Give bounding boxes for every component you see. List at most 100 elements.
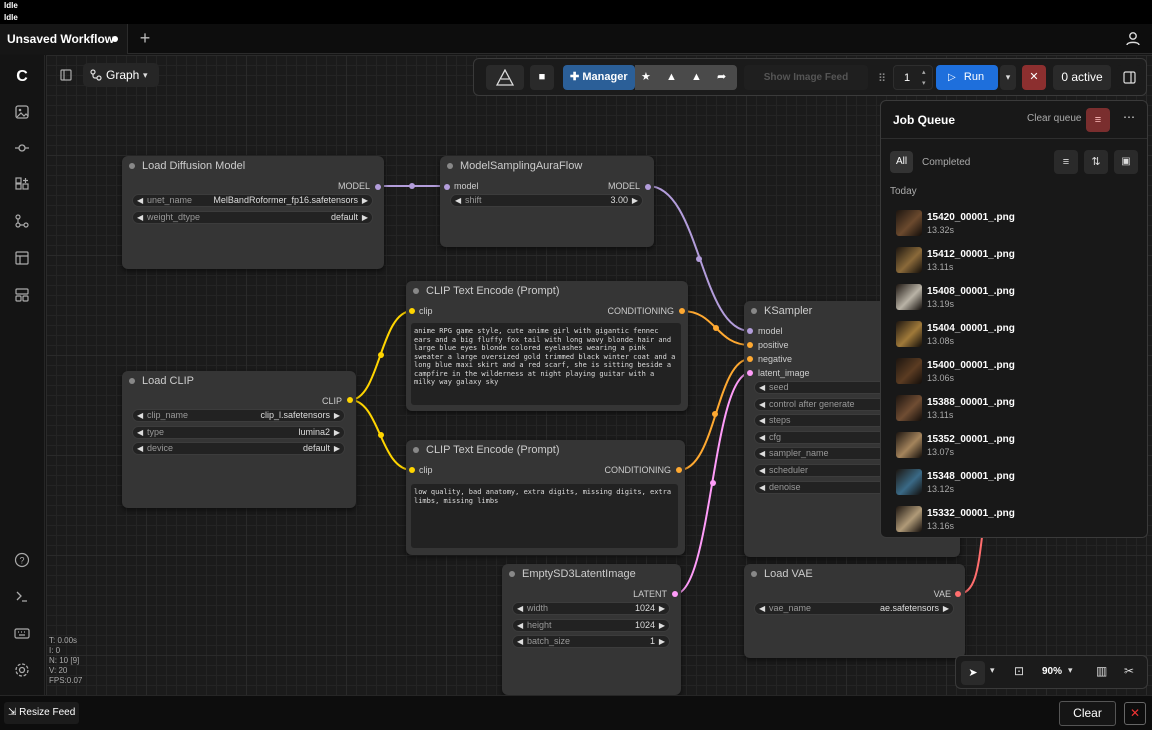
run-button[interactable]: ▷ Run — [936, 65, 998, 90]
widget-weight-dtype[interactable]: ◀ weight_dtype default ▶ — [132, 211, 373, 224]
collapse-dot-icon[interactable] — [413, 288, 419, 294]
arrow-left-icon[interactable]: ◀ — [137, 443, 143, 454]
collapse-dot-icon[interactable] — [447, 163, 453, 169]
node-load-clip[interactable]: Load CLIP CLIP ◀ clip_name clip_l.safetens… — [122, 371, 356, 508]
clear-queue-icon[interactable]: ≡ — [1086, 108, 1110, 132]
arrow-left-icon[interactable]: ◀ — [759, 415, 765, 426]
settings-gear-icon[interactable] — [13, 661, 31, 679]
arrow-left-icon[interactable]: ◀ — [759, 482, 765, 493]
input-latent-slot[interactable] — [747, 370, 753, 376]
arrow-left-icon[interactable]: ◀ — [759, 382, 765, 393]
image-view-icon[interactable]: ▣ — [1114, 150, 1138, 174]
logo-button[interactable] — [486, 65, 524, 90]
output-model-slot[interactable] — [375, 184, 381, 190]
widget-clip-name[interactable]: ◀ clip_name clip_l.safetensors ▶ — [132, 409, 345, 422]
fit-view-icon[interactable]: ⊡ — [1014, 664, 1024, 678]
input-model-slot[interactable] — [444, 184, 450, 190]
model-library-icon[interactable] — [13, 139, 31, 157]
decrement-icon[interactable]: ▾ — [922, 71, 926, 96]
arrow-right-icon[interactable]: ▶ — [943, 603, 949, 614]
terminal-icon[interactable] — [13, 587, 31, 605]
clear-queue-button[interactable]: Clear queue — [1027, 113, 1081, 124]
arrow-left-icon[interactable]: ◀ — [137, 212, 143, 223]
arrow-left-icon[interactable]: ◀ — [137, 410, 143, 421]
arrow-left-icon[interactable]: ◀ — [759, 448, 765, 459]
arrow-right-icon[interactable]: ▶ — [334, 427, 340, 438]
arrow-right-icon[interactable]: ▶ — [659, 620, 665, 631]
collapse-dot-icon[interactable] — [413, 447, 419, 453]
arrow-right-icon[interactable]: ▶ — [362, 195, 368, 206]
output-conditioning-slot[interactable] — [676, 467, 682, 473]
node-load-diffusion-model[interactable]: Load Diffusion Model MODEL ◀ unet_name Mel… — [122, 156, 384, 269]
input-negative-slot[interactable] — [747, 356, 753, 362]
zoom-chevron-down-icon[interactable]: ▾ — [1068, 665, 1073, 676]
queue-item[interactable]: 15388_00001_.png 13.11s — [896, 391, 1136, 425]
arrow-left-icon[interactable]: ◀ — [759, 603, 765, 614]
collapse-dot-icon[interactable] — [129, 163, 135, 169]
sort-icon[interactable]: ⇅ — [1084, 150, 1108, 174]
new-tab-button[interactable]: + — [136, 29, 154, 47]
panel-toggle-button[interactable] — [1117, 65, 1141, 90]
arrow-left-icon[interactable]: ◀ — [759, 399, 765, 410]
arrow-left-icon[interactable]: ◀ — [759, 465, 765, 476]
zoom-level[interactable]: 90% — [1042, 666, 1062, 677]
queue-item[interactable]: 15348_00001_.png 13.12s — [896, 465, 1136, 499]
arrow-left-icon[interactable]: ◀ — [137, 427, 143, 438]
triangle-icon[interactable]: ▲ — [666, 65, 677, 90]
node-clip-text-encode-positive[interactable]: CLIP Text Encode (Prompt) clip CONDITION… — [406, 281, 688, 411]
pointer-tool-icon[interactable]: ➤ — [961, 661, 985, 685]
queue-item[interactable]: 15352_00001_.png 13.07s — [896, 428, 1136, 462]
widget-batch-size[interactable]: ◀ batch_size 1 ▶ — [512, 635, 670, 648]
show-image-feed-button[interactable]: Show Image Feed — [744, 65, 868, 90]
clear-button[interactable]: Clear — [1059, 701, 1116, 726]
share-icon[interactable]: ➦ — [717, 65, 726, 90]
input-positive-slot[interactable] — [747, 342, 753, 348]
queue-item[interactable]: 15404_00001_.png 13.08s — [896, 317, 1136, 351]
widget-unet-name[interactable]: ◀ unet_name MelBandRoformer_fp16.safetenso… — [132, 194, 373, 207]
sidebar-toggle-icon[interactable] — [56, 65, 76, 85]
queue-item[interactable]: 15412_00001_.png 13.11s — [896, 243, 1136, 277]
arrow-left-icon[interactable]: ◀ — [517, 620, 523, 631]
widget-device[interactable]: ◀ device default ▶ — [132, 442, 345, 455]
resize-feed-button[interactable]: ⇲ Resize Feed — [4, 702, 80, 724]
user-icon[interactable] — [1124, 30, 1142, 48]
keyboard-icon[interactable] — [13, 624, 31, 642]
queue-item[interactable]: 15408_00001_.png 13.19s — [896, 280, 1136, 314]
link-visibility-icon[interactable]: ✂ — [1124, 664, 1134, 678]
arrow-right-icon[interactable]: ▶ — [632, 195, 638, 206]
close-feed-button[interactable]: ✕ — [1124, 702, 1146, 725]
layout-icon[interactable] — [13, 286, 31, 304]
cancel-run-button[interactable]: ✕ — [1022, 65, 1046, 90]
tab-unsaved-workflow[interactable]: Unsaved Workflow — [0, 24, 128, 54]
negative-prompt-textarea[interactable]: low quality, bad anatomy, extra digits, … — [411, 484, 678, 548]
node-empty-sd3-latent-image[interactable]: EmptySD3LatentImage LATENT ◀ width 1024 ▶ ◀… — [502, 564, 681, 695]
arrow-right-icon[interactable]: ▶ — [362, 212, 368, 223]
node-load-vae[interactable]: Load VAE VAE ◀ vae_name ae.safetensors ▶ — [744, 564, 965, 658]
arrow-left-icon[interactable]: ◀ — [517, 636, 523, 647]
arrow-left-icon[interactable]: ◀ — [517, 603, 523, 614]
output-clip-slot[interactable] — [347, 397, 353, 403]
templates-icon[interactable] — [13, 249, 31, 267]
widget-height[interactable]: ◀ height 1024 ▶ — [512, 619, 670, 632]
output-latent-slot[interactable] — [672, 591, 678, 597]
widget-vae-name[interactable]: ◀ vae_name ae.safetensors ▶ — [754, 602, 954, 615]
queue-item[interactable]: 15332_00001_.png 13.16s — [896, 502, 1136, 536]
graph-mode-button[interactable]: Graph ▾ — [83, 63, 159, 87]
collapse-dot-icon[interactable] — [129, 378, 135, 384]
widget-shift[interactable]: ◀ shift 3.00 ▶ — [450, 194, 643, 207]
widget-width[interactable]: ◀ width 1024 ▶ — [512, 602, 670, 615]
arrow-left-icon[interactable]: ◀ — [759, 432, 765, 443]
filter-completed-tab[interactable]: Completed — [922, 157, 970, 168]
filter-all-tab[interactable]: All — [890, 151, 913, 173]
help-icon[interactable]: ? — [13, 551, 31, 569]
manager-button[interactable]: ✚ Manager — [563, 65, 635, 90]
node-library-icon[interactable] — [13, 175, 31, 193]
minimap-icon[interactable]: ▥ — [1096, 664, 1107, 678]
output-conditioning-slot[interactable] — [679, 308, 685, 314]
queue-item[interactable]: 15400_00001_.png 13.06s — [896, 354, 1136, 388]
workflows-icon[interactable] — [13, 212, 31, 230]
arrow-left-icon[interactable]: ◀ — [455, 195, 461, 206]
node-clip-text-encode-negative[interactable]: CLIP Text Encode (Prompt) clip CONDITION… — [406, 440, 685, 555]
bookmark-button[interactable]: ■ — [530, 65, 554, 90]
arrow-left-icon[interactable]: ◀ — [137, 195, 143, 206]
